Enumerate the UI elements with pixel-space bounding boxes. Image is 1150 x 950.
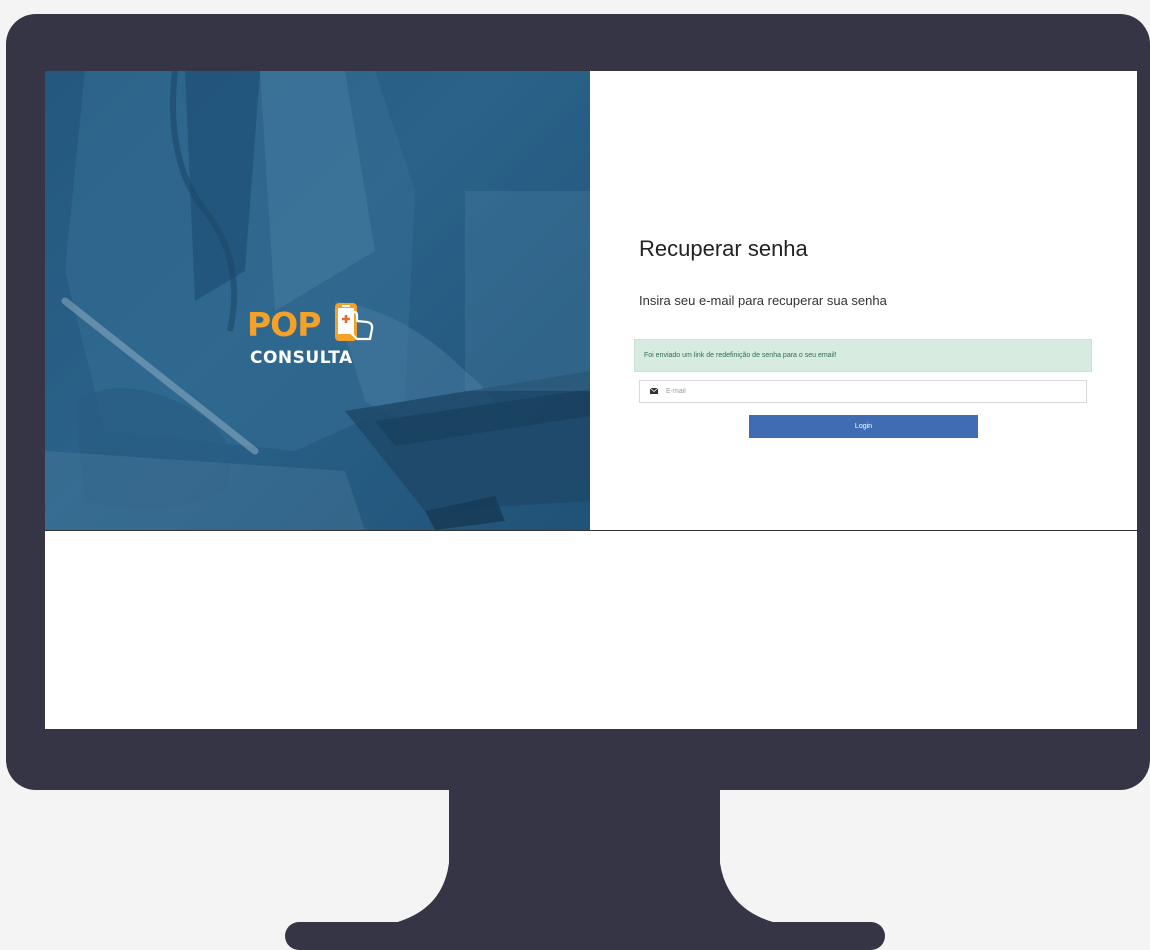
page-subtitle: Insira seu e-mail para recuperar sua sen… bbox=[639, 293, 887, 308]
monitor-stand-base bbox=[285, 922, 885, 950]
screen-divider bbox=[45, 530, 1137, 531]
page-title: Recuperar senha bbox=[639, 236, 808, 261]
envelope-icon bbox=[650, 388, 658, 394]
login-button[interactable]: Login bbox=[749, 415, 978, 438]
monitor-stand-neck bbox=[380, 788, 790, 926]
success-alert: Foi enviado um link de redefinição de se… bbox=[634, 339, 1092, 372]
email-input[interactable] bbox=[666, 383, 1066, 400]
email-field[interactable] bbox=[639, 380, 1087, 403]
pop-consulta-logo: POP CONSULTA bbox=[247, 297, 397, 377]
hero-image-panel: POP CONSULTA bbox=[45, 71, 590, 530]
logo-text-pop: POP bbox=[247, 305, 321, 344]
monitor-frame: POP CONSULTA Recuperar senha Insira seu … bbox=[6, 14, 1150, 790]
recover-password-panel: Recuperar senha Insira seu e-mail para r… bbox=[590, 71, 1137, 530]
phone-touch-icon bbox=[335, 303, 374, 341]
logo-text-consulta: CONSULTA bbox=[250, 348, 353, 368]
screen: POP CONSULTA Recuperar senha Insira seu … bbox=[45, 71, 1137, 729]
